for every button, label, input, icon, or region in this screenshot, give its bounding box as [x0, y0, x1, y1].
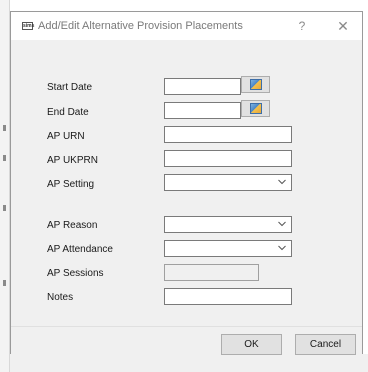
app-icon: sims	[22, 22, 35, 30]
start-date-calendar-button[interactable]	[241, 76, 270, 93]
ap-setting-label: AP Setting	[47, 179, 95, 190]
ap-urn-field[interactable]	[164, 126, 292, 143]
ap-reason-label: AP Reason	[47, 220, 98, 231]
ap-ukprn-field[interactable]	[164, 150, 292, 167]
notes-label: Notes	[47, 292, 74, 303]
chevron-down-icon	[278, 245, 286, 251]
background-window-edge	[0, 0, 10, 372]
end-date-calendar-button[interactable]	[241, 100, 270, 117]
alternative-provision-dialog: sims Add/Edit Alternative Provision Plac…	[10, 11, 363, 355]
end-date-field[interactable]	[164, 102, 241, 119]
ap-sessions-label: AP Sessions	[47, 268, 104, 279]
ap-ukprn-label: AP UKPRN	[47, 155, 98, 166]
chevron-down-icon	[278, 221, 286, 227]
start-date-field[interactable]	[164, 78, 241, 95]
background-mark	[3, 125, 6, 131]
notes-field[interactable]	[164, 288, 292, 305]
end-date-label: End Date	[47, 107, 89, 118]
chevron-down-icon	[278, 179, 286, 185]
ap-reason-dropdown[interactable]	[164, 216, 292, 233]
ap-setting-dropdown[interactable]	[164, 174, 292, 191]
ok-button[interactable]: OK	[221, 334, 282, 355]
background-window-bottom	[10, 354, 368, 372]
dialog-button-bar: OK Cancel	[11, 326, 362, 355]
dialog-form: Start Date End Date AP URN AP UKPRN AP S…	[11, 40, 362, 326]
calendar-icon	[250, 79, 262, 90]
background-mark	[3, 205, 6, 211]
ap-sessions-field	[164, 264, 259, 281]
background-mark	[3, 155, 6, 161]
ap-attendance-dropdown[interactable]	[164, 240, 292, 257]
close-button[interactable]: ✕	[335, 18, 351, 34]
background-mark	[3, 280, 6, 286]
dialog-title: Add/Edit Alternative Provision Placement…	[38, 20, 243, 32]
calendar-icon	[250, 103, 262, 114]
dialog-titlebar[interactable]: sims Add/Edit Alternative Provision Plac…	[11, 12, 362, 40]
ap-attendance-label: AP Attendance	[47, 244, 113, 255]
ap-urn-label: AP URN	[47, 131, 85, 142]
help-button[interactable]: ?	[294, 18, 310, 34]
start-date-label: Start Date	[47, 82, 93, 93]
cancel-button[interactable]: Cancel	[295, 334, 356, 355]
